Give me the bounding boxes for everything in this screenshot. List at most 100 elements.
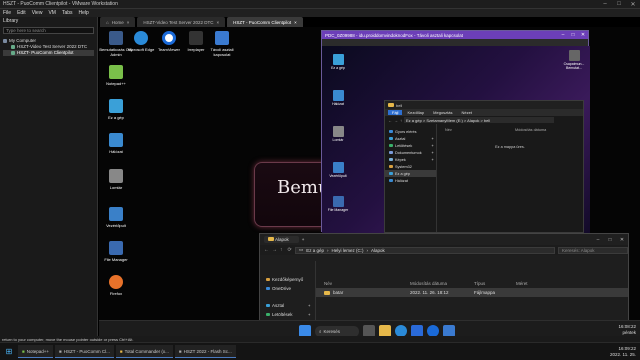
- column-size[interactable]: Méret: [516, 281, 556, 286]
- inner-nav-item-network[interactable]: Hálózat: [385, 177, 436, 184]
- file-manager-icon: [109, 241, 123, 255]
- ribbon-tab-home[interactable]: Kezdőlap: [403, 110, 428, 115]
- remote-icon-control-panel[interactable]: Vezérlőpult: [324, 162, 352, 178]
- explorer-titlebar[interactable]: Alapok + – □ ✕: [260, 234, 628, 245]
- forward-icon[interactable]: →: [394, 118, 398, 123]
- remote-icon-csapatmunka[interactable]: Csapatmun... Bemutat...: [560, 50, 588, 70]
- guest-clock[interactable]: 16:08:22 péntek: [618, 324, 636, 336]
- forward-icon[interactable]: →: [272, 247, 277, 253]
- explorer-tab[interactable]: Alapok: [264, 236, 299, 243]
- back-icon[interactable]: ←: [388, 118, 392, 123]
- menu-file[interactable]: File: [3, 10, 11, 16]
- explorer-address-bar[interactable]: ▭ Ez a gép › Helyi lemez (C:) › Alapok: [295, 246, 555, 254]
- tab-home[interactable]: ⌂ Home ×: [100, 17, 136, 27]
- inner-nav-item-system32[interactable]: System32: [385, 163, 436, 170]
- host-clock[interactable]: 16:09:22 2022. 11. 25.: [610, 346, 636, 358]
- minimize-button[interactable]: –: [592, 237, 604, 243]
- menu-tabs[interactable]: Tabs: [62, 10, 73, 16]
- remote-connection-bar: [322, 39, 588, 46]
- tree-node-vm-selected[interactable]: HSZT- PuoComm Clientpilot: [3, 50, 94, 56]
- menu-help[interactable]: Help: [79, 10, 89, 16]
- host-task-notepad[interactable]: ■ Notepad++: [18, 345, 53, 358]
- network-icon: [332, 90, 344, 101]
- library-search-input[interactable]: Type here to search: [3, 27, 94, 34]
- ribbon-tab-file[interactable]: Fájl: [388, 110, 403, 115]
- inner-nav-item-quick-access[interactable]: Gyors elérés: [385, 128, 436, 135]
- inner-file-list: Név Módosítás dátuma Ez a mappa üres.: [437, 124, 583, 232]
- close-button[interactable]: ✕: [626, 1, 640, 8]
- up-icon[interactable]: ↑: [280, 247, 285, 253]
- close-tab-icon[interactable]: ×: [294, 20, 297, 25]
- table-row[interactable]: batar 2022. 11. 26. 18:12 Fájlmappa: [316, 288, 628, 297]
- inner-explorer-window[interactable]: bell Fájl Kezdőlap Megosztás Nézet ← → ↑…: [384, 100, 584, 233]
- folder-icon: [389, 165, 393, 168]
- documents-icon: [389, 151, 393, 154]
- maximize-button[interactable]: □: [568, 32, 578, 38]
- column-name[interactable]: Név: [324, 281, 410, 286]
- breadcrumb-alapok[interactable]: Alapok: [371, 248, 385, 253]
- inner-nav-item-downloads[interactable]: Letöltések ✦: [385, 142, 436, 149]
- pin-icon: ✦: [430, 158, 434, 162]
- inner-nav-item-desktop[interactable]: Asztal ✦: [385, 135, 436, 142]
- desktop-icon-notepad[interactable]: Notepad++: [99, 65, 133, 86]
- column-date[interactable]: Módosítás dátuma: [515, 128, 579, 132]
- host-task-total-commander[interactable]: ■ Total Commander (x...: [115, 345, 173, 358]
- windows-start-icon[interactable]: ⊞: [2, 346, 16, 358]
- remote-titlebar[interactable]: PDC_0Z09988 - idu.proiddomvindoknodFox -…: [322, 31, 588, 39]
- column-type[interactable]: Típus: [474, 281, 516, 286]
- remote-desktop-window[interactable]: PDC_0Z09988 - idu.proiddomvindoknodFox -…: [321, 30, 590, 233]
- nav-item-downloads[interactable]: Letöltések ✦: [260, 310, 315, 319]
- inner-nav-item-this-pc[interactable]: Ez a gép: [385, 170, 436, 177]
- desktop-icon-this-pc[interactable]: Ez a gép: [99, 99, 133, 120]
- taskbar-search[interactable]: ⌕ Keresés: [315, 325, 359, 337]
- column-date[interactable]: Módosítás dátuma: [410, 281, 474, 286]
- minimize-button[interactable]: –: [598, 1, 612, 8]
- network-icon: [389, 179, 393, 182]
- breadcrumb-drive-c[interactable]: Helyi lemez (C:): [332, 248, 364, 253]
- nav-item-desktop[interactable]: Asztal ✦: [260, 301, 315, 310]
- inner-nav-item-documents[interactable]: Dokumentumok ✦: [385, 149, 436, 156]
- explorer-search-input[interactable]: Keresés: Alapok: [558, 246, 628, 254]
- desktop-icon-remote-desktop[interactable]: Távoli asztali kapcsolat: [205, 31, 239, 57]
- desktop-icon-firefox[interactable]: Firefox: [99, 275, 133, 296]
- maximize-button[interactable]: □: [612, 1, 626, 8]
- nav-item-onedrive[interactable]: OneDrive: [260, 284, 315, 293]
- desktop-icon-network[interactable]: Hálózat: [99, 133, 133, 154]
- close-tab-icon[interactable]: ×: [127, 20, 130, 25]
- host-task-vm-flash[interactable]: ■ HSZT 2022 - Flash Sc...: [174, 345, 236, 358]
- desktop-icon-recycle-bin[interactable]: Lomtár: [99, 169, 133, 190]
- maximize-button[interactable]: □: [604, 237, 616, 243]
- tab-vm-server[interactable]: HSZT-Video Test Server 2022 DTC ×: [137, 17, 226, 27]
- nav-item-home[interactable]: Kezdőképernyő: [260, 275, 315, 284]
- menu-edit[interactable]: Edit: [17, 10, 26, 16]
- remote-icon-recycle-bin[interactable]: Lomtár: [324, 126, 352, 142]
- inner-address-bar[interactable]: Ez a gép > SzetamanyMem (E:) > Alapok > …: [404, 117, 554, 123]
- total-commander-icon: ■: [119, 348, 123, 354]
- remote-icon-this-pc[interactable]: Ez a gép: [324, 54, 352, 70]
- host-task-vmware[interactable]: ■ HSZT - PuoComm Cl...: [55, 345, 114, 358]
- inner-nav-item-pictures[interactable]: Képek ✦: [385, 156, 436, 163]
- ribbon-tab-share[interactable]: Megosztás: [429, 110, 456, 115]
- column-name[interactable]: Név: [445, 128, 515, 132]
- tab-vm-clientpilot[interactable]: HSZT - PuoComm Clientpilot ×: [227, 17, 303, 27]
- desktop-icon-control-panel[interactable]: Vezérlőpult: [99, 207, 133, 228]
- remote-icon-file-manager[interactable]: File Manager: [324, 196, 352, 212]
- control-panel-icon: [109, 207, 123, 221]
- breadcrumb-this-pc[interactable]: Ez a gép: [306, 248, 324, 253]
- up-icon[interactable]: ↑: [400, 118, 402, 123]
- menu-vm[interactable]: VM: [48, 10, 56, 16]
- inner-explorer-body: Gyors elérés Asztal ✦ Letöltések ✦ Dokum…: [385, 124, 583, 232]
- inner-explorer-titlebar[interactable]: bell: [385, 101, 583, 109]
- recycle-bin-icon: [332, 126, 344, 137]
- close-tab-icon[interactable]: ×: [217, 20, 220, 25]
- minimize-button[interactable]: –: [558, 32, 568, 38]
- desktop-icon-file-manager[interactable]: File Manager: [99, 241, 133, 262]
- remote-icon-network[interactable]: Hálózat: [324, 90, 352, 106]
- close-button[interactable]: ✕: [616, 237, 628, 243]
- close-button[interactable]: ✕: [578, 32, 588, 38]
- new-tab-icon[interactable]: +: [302, 237, 305, 242]
- refresh-icon[interactable]: ⟳: [288, 247, 293, 253]
- ribbon-tab-view[interactable]: Nézet: [457, 110, 475, 115]
- menu-view[interactable]: View: [32, 10, 43, 16]
- back-icon[interactable]: ←: [264, 247, 269, 253]
